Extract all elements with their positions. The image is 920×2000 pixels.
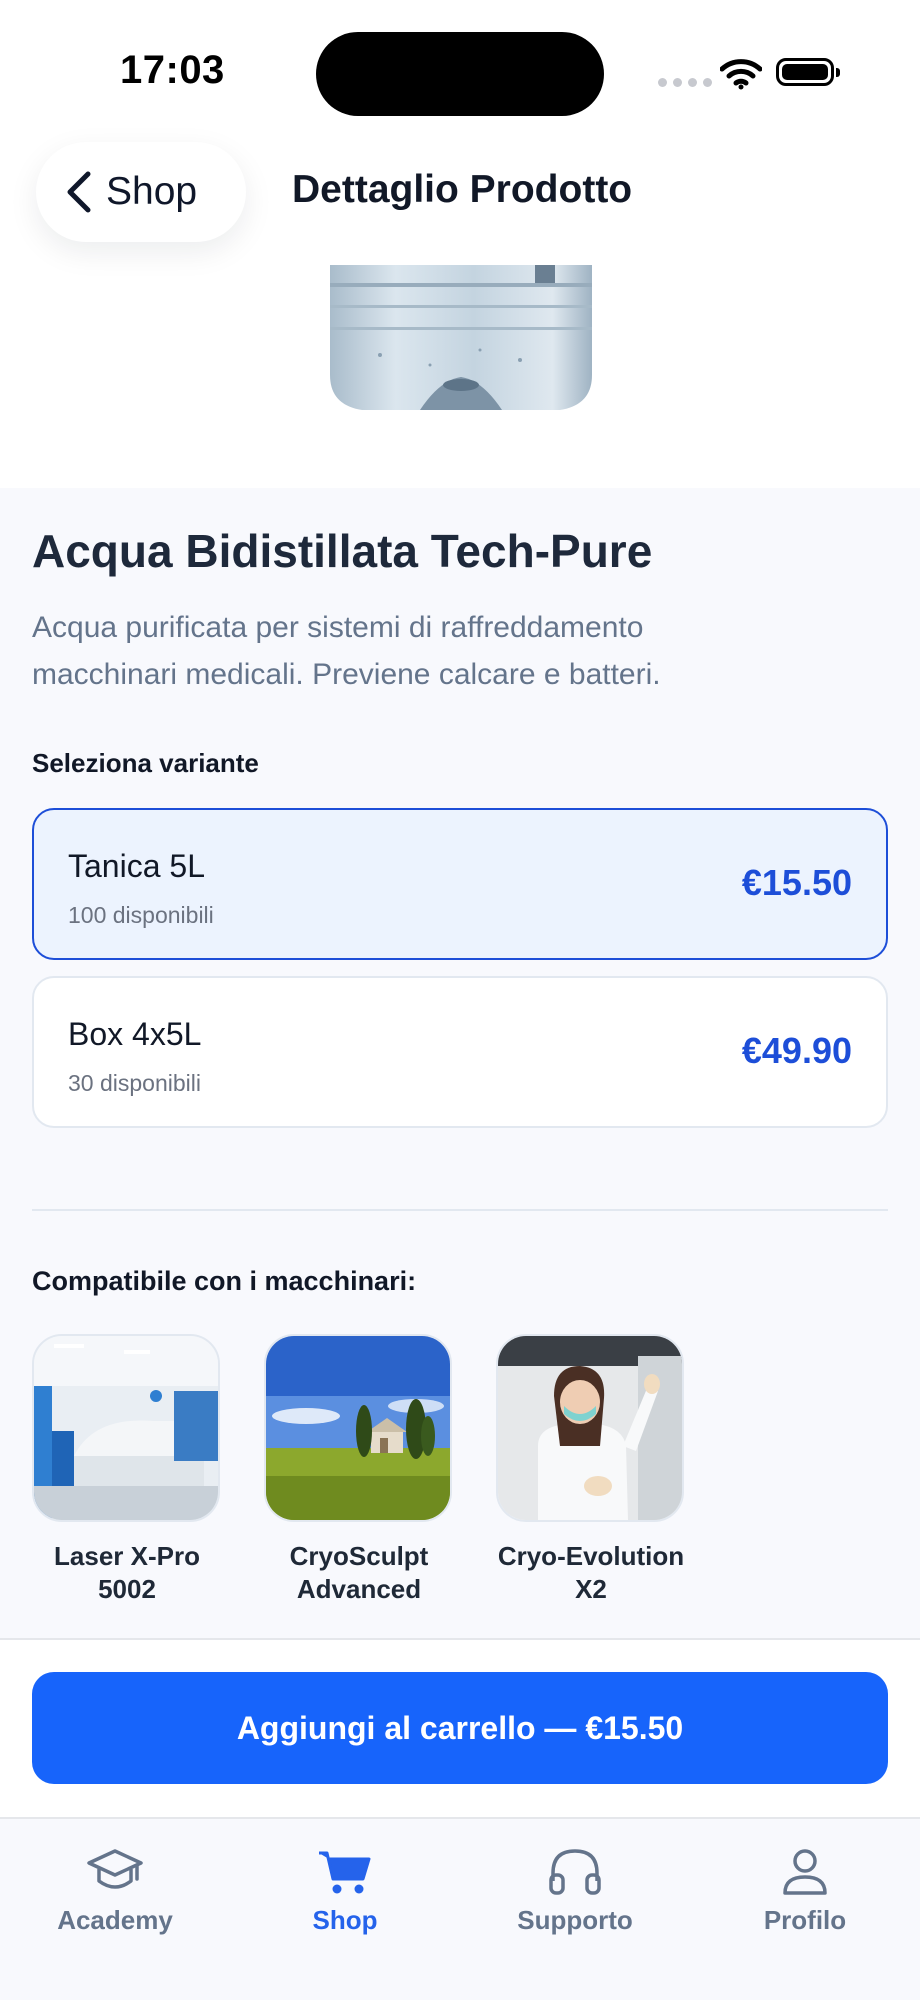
status-time: 17:03 [120, 48, 225, 92]
headphones-icon [549, 1849, 601, 1895]
tab-label: Shop [312, 1905, 378, 1935]
compatible-machines-label: Compatibile con i macchinari: [32, 1266, 417, 1296]
variant-section-label: Seleziona variante [32, 748, 259, 778]
tab-bar: Academy Shop Supporto Profilo [0, 1819, 920, 2000]
machine-name: Cryo-Evolution X2 [497, 1541, 685, 1604]
tab-profilo[interactable]: Profilo [690, 1847, 920, 1936]
machine-name: CryoSculpt Advanced [289, 1541, 429, 1604]
tab-label: Supporto [517, 1905, 633, 1935]
chevron-left-icon [67, 171, 91, 213]
variant-price: €15.50 [741, 862, 852, 903]
product-image [330, 265, 592, 410]
battery-icon [776, 58, 840, 86]
cellular-signal-icon [658, 78, 712, 87]
tab-label: Profilo [763, 1905, 847, 1935]
machine-thumbnail [264, 1334, 452, 1522]
variant-price: €49.90 [741, 1030, 852, 1071]
tab-supporto[interactable]: Supporto [460, 1847, 690, 1936]
variant-name: Tanica 5L [68, 848, 205, 884]
variant-stock: 30 disponibili [68, 1070, 201, 1096]
tab-shop[interactable]: Shop [230, 1847, 460, 1936]
dynamic-island [316, 32, 604, 116]
variant-stock: 100 disponibili [68, 902, 214, 928]
page-title: Dettaglio Prodotto [292, 168, 633, 211]
machine-card-laser-x-pro[interactable]: Laser X-Pro 5002 [32, 1334, 222, 1606]
back-button-label: Shop [106, 170, 198, 213]
product-description: Acqua purificata per sistemi di raffredd… [32, 611, 661, 691]
user-icon [783, 1849, 827, 1895]
variant-option-box-4x5l[interactable]: Box 4x5L 30 disponibili €49.90 [32, 976, 888, 1128]
machine-card-cryo-evolution[interactable]: Cryo-Evolution X2 [496, 1334, 686, 1606]
machine-name: Laser X-Pro 5002 [54, 1541, 200, 1604]
variant-name: Box 4x5L [68, 1016, 202, 1052]
product-title: Acqua Bidistillata Tech-Pure [32, 525, 653, 577]
machine-thumbnail [496, 1334, 684, 1522]
tab-academy[interactable]: Academy [0, 1847, 230, 1936]
graduation-cap-icon [87, 1849, 143, 1889]
section-divider [32, 1209, 888, 1211]
cart-icon [319, 1851, 371, 1894]
back-button[interactable]: Shop [36, 142, 246, 242]
add-to-cart-button[interactable]: Aggiungi al carrello — €15.50 [32, 1672, 888, 1784]
machine-card-cryosculpt[interactable]: CryoSculpt Advanced [264, 1334, 454, 1606]
tab-label: Academy [57, 1905, 173, 1935]
wifi-icon [720, 59, 762, 90]
cart-bar-divider [0, 1638, 920, 1640]
variant-option-tanica-5l[interactable]: Tanica 5L 100 disponibili €15.50 [32, 808, 888, 960]
machine-thumbnail [32, 1334, 220, 1522]
